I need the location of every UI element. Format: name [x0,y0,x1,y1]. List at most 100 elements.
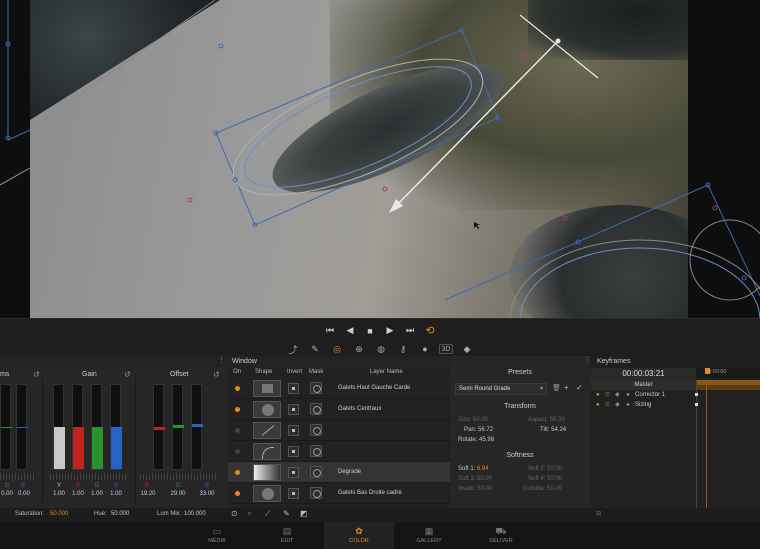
qualifier-icon[interactable]: ✎ [307,343,323,355]
loop-icon[interactable]: ⟲ [422,323,438,339]
track-sizing[interactable]: ● ⊙ ◆ ▸ Sizing [591,400,696,410]
gain-g-value[interactable]: 1.00 [90,491,104,497]
outside-field[interactable]: Outside: 50.00 [523,486,562,492]
magic-mask-icon[interactable]: ◍ [373,343,389,355]
layer-name[interactable]: Degrade [338,469,361,475]
window-on-toggle[interactable] [235,386,240,391]
preset-dropdown[interactable]: Semi Round Grade ▾ [455,383,547,395]
saturation-value[interactable]: 50.000 [50,511,68,517]
invert-toggle[interactable] [288,425,299,436]
add-gradient-window-icon[interactable]: ◩ [300,509,308,518]
gain-y-bar[interactable] [53,384,65,470]
linear-shape-icon[interactable] [253,422,281,439]
viewer[interactable] [0,0,760,318]
mask-toggle[interactable] [310,466,322,478]
3d-icon[interactable]: 3D [439,344,453,354]
window-overlays[interactable] [0,0,760,318]
blur-icon[interactable]: ● [417,343,433,355]
window-row-selected[interactable]: Degrade [228,462,450,483]
window-on-toggle[interactable] [235,428,240,433]
window-row[interactable] [228,420,450,441]
window-on-toggle[interactable] [235,449,240,454]
jump-first-frame-button[interactable]: ⏮ [322,323,338,339]
ellipse-window-bounds[interactable] [215,29,499,226]
mask-toggle[interactable] [310,382,322,394]
nav-deliver[interactable]: ⛟ DELIVER [466,522,536,549]
lummix-value[interactable]: 100.000 [184,511,206,517]
keyframe-marker[interactable] [695,403,698,406]
mask-toggle[interactable] [310,487,322,499]
gain-b-value[interactable]: 1.00 [109,491,123,497]
keyframes-ruler[interactable]: 00:00:00 [696,368,760,378]
mask-toggle[interactable] [310,424,322,436]
window-row[interactable]: Galets Bas Droite cadre [228,483,450,504]
panel-menu-icon[interactable]: ⋮ [584,356,591,364]
lift-master-scrub[interactable] [0,474,36,480]
ellipse-window-inner[interactable] [230,43,486,212]
invert-toggle[interactable] [288,467,299,478]
nav-media[interactable]: ▭ MEDIA [182,522,252,549]
window-row[interactable]: Galets Haut Gauche Carde [228,378,450,399]
softness-handle[interactable] [562,215,568,221]
lift-bar-slot[interactable] [16,384,28,470]
offset-master-scrub[interactable] [140,474,216,480]
lift-bar-slot[interactable] [0,384,12,470]
circle-shape-icon[interactable] [253,485,281,502]
gain-master-scrub[interactable] [50,474,126,480]
softness-handle[interactable] [187,197,193,203]
highlight-icon[interactable]: ◆ [459,343,475,355]
gain-b-bar[interactable] [110,384,122,470]
offset-r-bar[interactable] [153,384,165,470]
apply-preset-icon[interactable]: ✓ [576,383,583,392]
reset-icon[interactable]: ↺ [124,370,131,379]
curve-shape-icon[interactable] [253,443,281,460]
playhead-marker[interactable] [705,368,710,374]
tracker-icon[interactable]: ⊕ [351,343,367,355]
track-corrector1[interactable]: ● ⊙ ◆ ▸ Corrector 1 [591,390,696,400]
rect-window-edge[interactable] [7,129,31,141]
mask-toggle[interactable] [310,403,322,415]
stop-button[interactable]: ■ [362,323,378,339]
gain-y-value[interactable]: 1.00 [52,491,66,497]
ellipse-handle[interactable] [218,43,224,49]
add-curve-window-icon[interactable]: ✎ [283,509,290,518]
offset-g-bar[interactable] [172,384,184,470]
pan-field[interactable]: Pan: 56.72 [464,427,493,433]
key-icon[interactable]: ⚷ [395,343,411,355]
size-field[interactable]: Size: 50.00 [458,417,488,423]
reset-icon[interactable]: ↺ [33,370,40,379]
rectangle-shape-icon[interactable] [253,380,281,397]
nav-edit[interactable]: ▤ EDIT [252,522,322,549]
offset-g-value[interactable]: 29.00 [168,491,188,497]
softness-handle[interactable] [712,205,718,211]
panel-menu-icon[interactable]: ⋮ [218,356,225,364]
play-reverse-button[interactable]: ◀ [342,323,358,339]
invert-toggle[interactable] [288,446,299,457]
invert-toggle[interactable] [288,488,299,499]
hue-value[interactable]: 50.000 [111,511,129,517]
tilt-field[interactable]: Tilt: 54.24 [540,427,566,433]
add-rect-window-icon[interactable]: ▫ [248,509,251,518]
curves-icon[interactable]: ⤴ [285,343,301,355]
reset-icon[interactable]: ↺ [213,370,220,379]
delete-preset-icon[interactable]: 🗑 [552,384,561,392]
circle-shape-icon[interactable] [253,401,281,418]
keyframes-options-icon[interactable]: ⊟ [596,510,601,517]
nav-gallery[interactable]: ▦ GALLERY [394,522,464,549]
offset-r-value[interactable]: 19.20 [138,491,158,497]
window-icon[interactable]: ◎ [329,343,345,355]
rotate-field[interactable]: Rotate: 45.98 [458,437,494,443]
mask-toggle[interactable] [310,445,322,457]
circle-window-outer[interactable] [509,239,760,318]
soft3-field[interactable]: Soft 3: 50.00 [458,476,492,482]
keyframe-marker[interactable] [695,393,698,396]
play-button[interactable]: ▶ [382,323,398,339]
window-on-toggle[interactable] [235,470,240,475]
nav-color[interactable]: ✿ COLOR [324,522,394,549]
ellipse-window-outer[interactable] [216,31,499,222]
window-row[interactable] [228,441,450,462]
keyframes-timecode[interactable]: 00:00:03:21 [591,368,696,380]
soft1-field[interactable]: Soft 1: 6.94 [458,466,489,472]
window-row[interactable]: Galets Centraux [228,399,450,420]
jump-last-frame-button[interactable]: ⏭ [402,323,418,339]
